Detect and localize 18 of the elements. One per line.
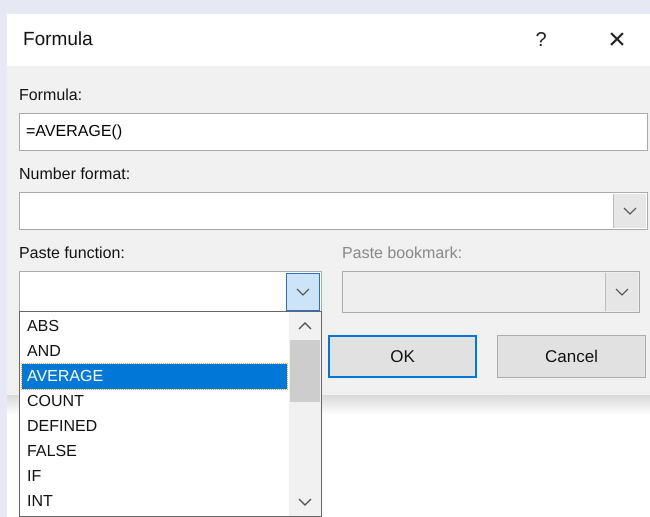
field-label: Number format: — [19, 165, 132, 185]
help-button[interactable]: ? — [521, 28, 561, 52]
window-title: Formula — [23, 29, 94, 51]
cancel-button[interactable]: Cancel — [497, 335, 646, 378]
field-label: Paste bookmark: — [342, 244, 464, 264]
list-item[interactable]: FALSE — [22, 439, 287, 464]
field-label: Paste function: — [19, 244, 126, 264]
list-item[interactable]: AND — [22, 339, 287, 364]
formula-field[interactable]: =AVERAGE() — [19, 113, 648, 151]
list-item[interactable]: IF — [22, 464, 287, 489]
list-item[interactable]: COUNT — [22, 389, 287, 414]
list-item[interactable]: AVERAGE — [22, 364, 287, 389]
list-item[interactable]: INT — [22, 489, 287, 514]
close-button[interactable]: × — [597, 23, 637, 57]
ok-button[interactable]: OK — [328, 335, 477, 378]
field-label: Formula: — [19, 86, 84, 106]
list-item[interactable]: DEFINED — [22, 414, 287, 439]
list-item[interactable]: ABS — [22, 314, 287, 339]
